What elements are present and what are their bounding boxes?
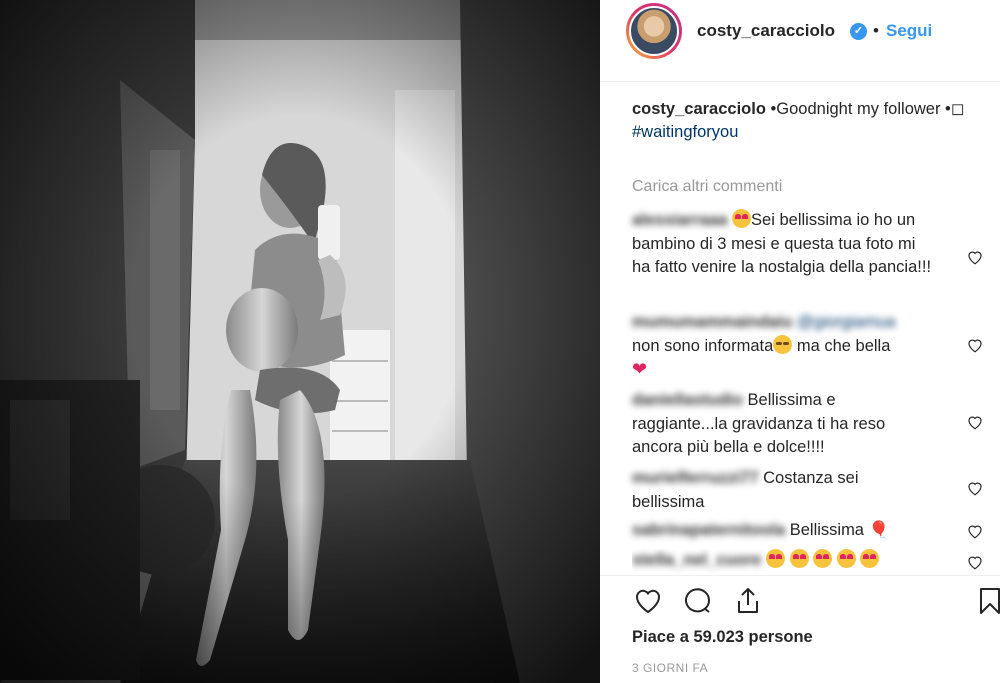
photo-illustration [0, 0, 600, 683]
comment-item: mumumammaindaiu @giorgiamua non sono inf… [632, 311, 932, 383]
comment-like-heart-icon[interactable] [966, 413, 984, 431]
bookmark-icon[interactable] [974, 585, 1000, 617]
comment-item: murielferruzzi77 Costanza sei bellissima [632, 467, 932, 514]
verified-badge-icon: ✓ [850, 23, 867, 40]
heart-eyes-emoji-icon [860, 549, 880, 568]
header-username[interactable]: costy_caracciolo [697, 21, 835, 41]
post-timestamp[interactable]: 3 GIORNI FA [632, 661, 708, 675]
comment-item: stella_nel_cuore [632, 549, 932, 573]
heart-eyes-emoji-icon [836, 549, 856, 568]
avatar[interactable] [626, 3, 682, 59]
smiling-emoji-icon [773, 334, 793, 354]
comment-text: non sono informata [632, 336, 774, 355]
comment-item: sabrinapaternitoola Bellissima 🎈 [632, 519, 932, 543]
heart-eyes-emoji-icon [732, 209, 752, 228]
comment-username[interactable]: daniellastudio [632, 391, 743, 409]
comment-username[interactable]: stella_nel_cuore [632, 551, 761, 569]
actions-divider [600, 575, 1000, 576]
caption-text: •Goodnight my follower •◻ [770, 100, 965, 118]
caption-hashtag[interactable]: #waitingforyou [632, 123, 738, 141]
post-caption: costy_caracciolo •Goodnight my follower … [632, 98, 972, 144]
comment-username[interactable]: mumumammaindaiu [632, 313, 792, 331]
heart-icon[interactable] [632, 585, 664, 617]
comment-like-heart-icon[interactable] [966, 553, 984, 571]
follow-button[interactable]: Segui [886, 21, 932, 41]
post-photo [0, 0, 600, 683]
comment-username[interactable]: alessiarraaa [632, 211, 727, 229]
heart-eyes-emoji-icon [765, 549, 785, 568]
comment-mention[interactable]: @giorgiamua [797, 313, 895, 331]
comment-like-heart-icon[interactable] [966, 336, 984, 354]
comment-username[interactable]: sabrinapaternitoola [632, 521, 785, 539]
heart-eyes-emoji-icon [813, 549, 833, 568]
comment-item: daniellastudio Bellissima e raggiante...… [632, 389, 932, 460]
comment-icon[interactable] [682, 585, 714, 617]
comment-username[interactable]: murielferruzzi77 [632, 469, 759, 487]
avatar-image [629, 6, 679, 56]
comment-like-heart-icon[interactable] [966, 248, 984, 266]
header-separator: • [873, 21, 879, 40]
comment-text-continued: ma che bella [792, 336, 891, 355]
red-heart-emoji-icon: ❤ [632, 359, 648, 379]
share-icon[interactable] [732, 585, 764, 617]
comment-item: alessiarraaa Sei bellissima io ho un bam… [632, 209, 932, 280]
comment-like-heart-icon[interactable] [966, 479, 984, 497]
post-header: costy_caracciolo ✓ • Segui [600, 0, 1000, 82]
caption-username[interactable]: costy_caracciolo [632, 100, 766, 118]
comment-text: Bellissima 🎈 [789, 521, 890, 539]
load-more-comments-button[interactable]: Carica altri commenti [632, 178, 782, 196]
likes-count[interactable]: Piace a 59.023 persone [632, 628, 813, 647]
heart-eyes-emoji-icon [789, 549, 809, 568]
comment-like-heart-icon[interactable] [966, 522, 984, 540]
post-side-panel: costy_caracciolo ✓ • Segui costy_caracci… [600, 0, 1000, 683]
